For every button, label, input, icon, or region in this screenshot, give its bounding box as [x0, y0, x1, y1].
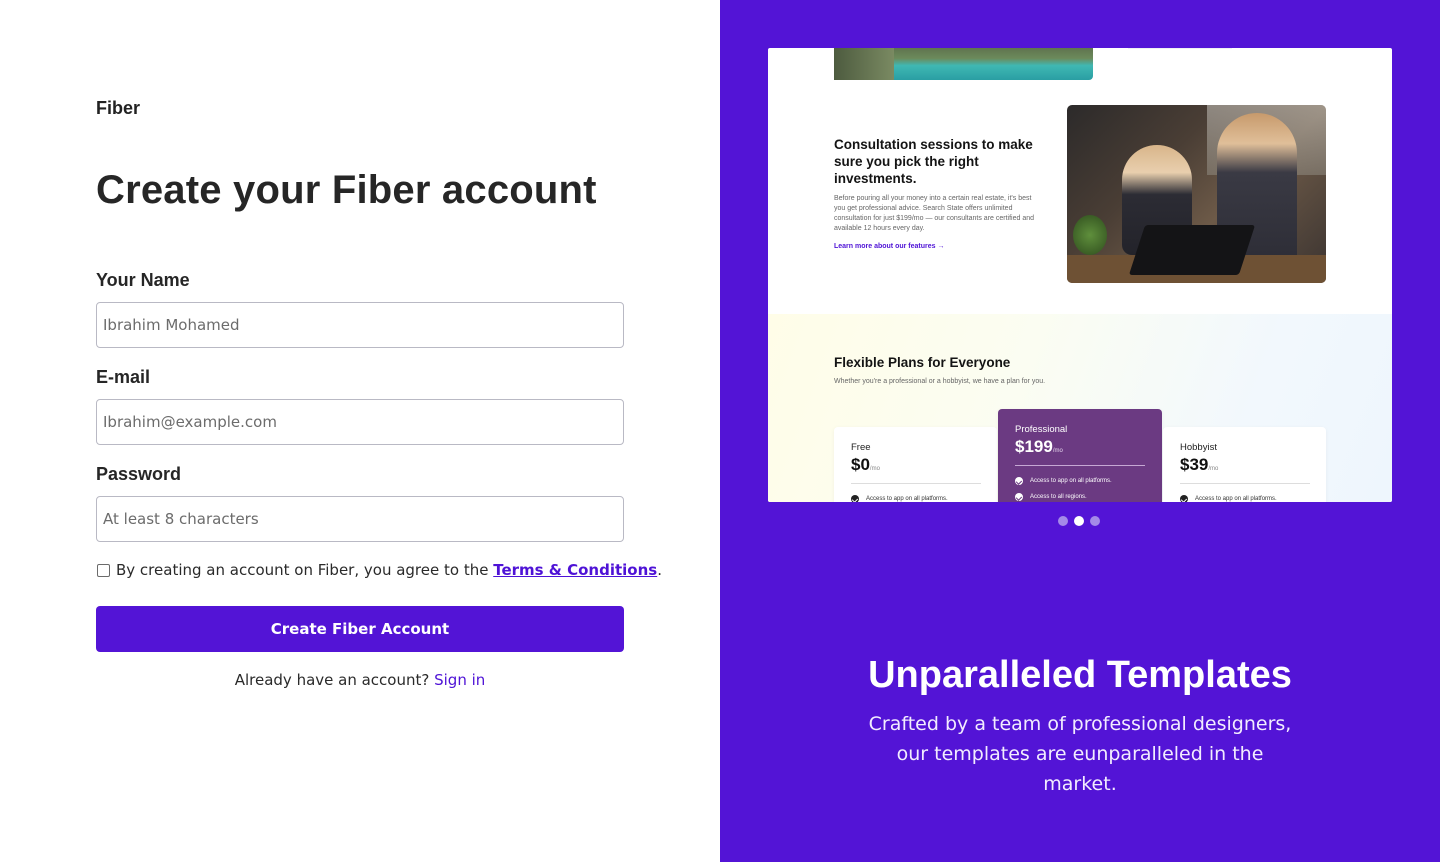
agree-text: By creating an account on Fiber, you agr… — [116, 561, 494, 579]
consult-link: Learn more about our features → — [834, 243, 945, 250]
carousel-dot-2[interactable] — [1074, 516, 1084, 526]
plan-divider — [1180, 483, 1310, 484]
terms-checkbox[interactable] — [97, 563, 110, 577]
check-icon — [851, 495, 859, 502]
pool-photo — [834, 48, 1093, 80]
plan-price: $0/mo — [851, 455, 880, 474]
consultation-photo — [1067, 105, 1326, 283]
plan-name: Hobbyist — [1180, 442, 1217, 453]
terms-agreement: By creating an account on Fiber, you agr… — [96, 561, 662, 579]
plan-name: Professional — [1015, 424, 1068, 435]
signup-panel: Fiber Create your Fiber account Your Nam… — [0, 0, 720, 862]
plan-divider — [851, 483, 981, 484]
carousel-dot-1[interactable] — [1058, 516, 1068, 526]
already-text: Already have an account? — [234, 671, 435, 689]
plan-card-hobbyist: Hobbyist $39/mo Access to app on all pla… — [1163, 427, 1326, 502]
name-input[interactable] — [96, 302, 624, 348]
password-input[interactable] — [96, 496, 624, 542]
carousel-dot-3[interactable] — [1090, 516, 1100, 526]
showcase-subtitle: Crafted by a team of professional design… — [868, 713, 1292, 795]
consult-body: Before pouring all your money into a cer… — [834, 195, 1034, 232]
email-input[interactable] — [96, 399, 624, 445]
email-label: E-mail — [96, 367, 151, 387]
consult-title: Consultation sessions to make sure you p… — [834, 137, 1033, 186]
check-icon — [1015, 477, 1023, 485]
photo-laptop — [1128, 225, 1256, 275]
showcase-title: Unparalleled Templates — [868, 654, 1292, 696]
plan-card-professional: Professional $199/mo Access to app on al… — [998, 409, 1162, 502]
carousel-dots — [1058, 516, 1100, 526]
showcase-panel: Consultation sessions to make sure you p… — [720, 0, 1440, 862]
plan-card-free: Free $0/mo Access to app on all platform… — [834, 427, 997, 502]
faint-text-line — [1128, 48, 1232, 49]
plan-price: $39/mo — [1180, 455, 1219, 474]
terms-link[interactable]: Terms & Conditions — [493, 561, 657, 579]
plan-feature: Access to all regions. — [1015, 493, 1087, 501]
name-label: Your Name — [96, 270, 190, 290]
plan-feature: Access to app on all platforms. — [851, 495, 948, 502]
plan-divider — [1015, 465, 1145, 466]
create-account-button[interactable]: Create Fiber Account — [96, 606, 624, 652]
plan-feature: Access to app on all platforms. — [1015, 477, 1112, 485]
plans-subtitle: Whether you're a professional or a hobby… — [834, 378, 1046, 385]
plan-feature: Access to app on all platforms. — [1180, 495, 1277, 502]
agree-suffix: . — [657, 561, 662, 579]
check-icon — [1015, 493, 1023, 501]
photo-plant — [1073, 215, 1107, 255]
template-preview: Consultation sessions to make sure you p… — [768, 48, 1392, 502]
plans-title: Flexible Plans for Everyone — [834, 355, 1011, 370]
check-icon — [1180, 495, 1188, 502]
plan-name: Free — [851, 442, 871, 453]
password-label: Password — [96, 464, 182, 484]
page-title: Create your Fiber account — [96, 168, 597, 212]
signin-prompt: Already have an account? Sign in — [96, 671, 624, 689]
brand-logo[interactable]: Fiber — [96, 98, 140, 119]
plan-price: $199/mo — [1015, 437, 1063, 456]
signin-link[interactable]: Sign in — [434, 671, 485, 689]
